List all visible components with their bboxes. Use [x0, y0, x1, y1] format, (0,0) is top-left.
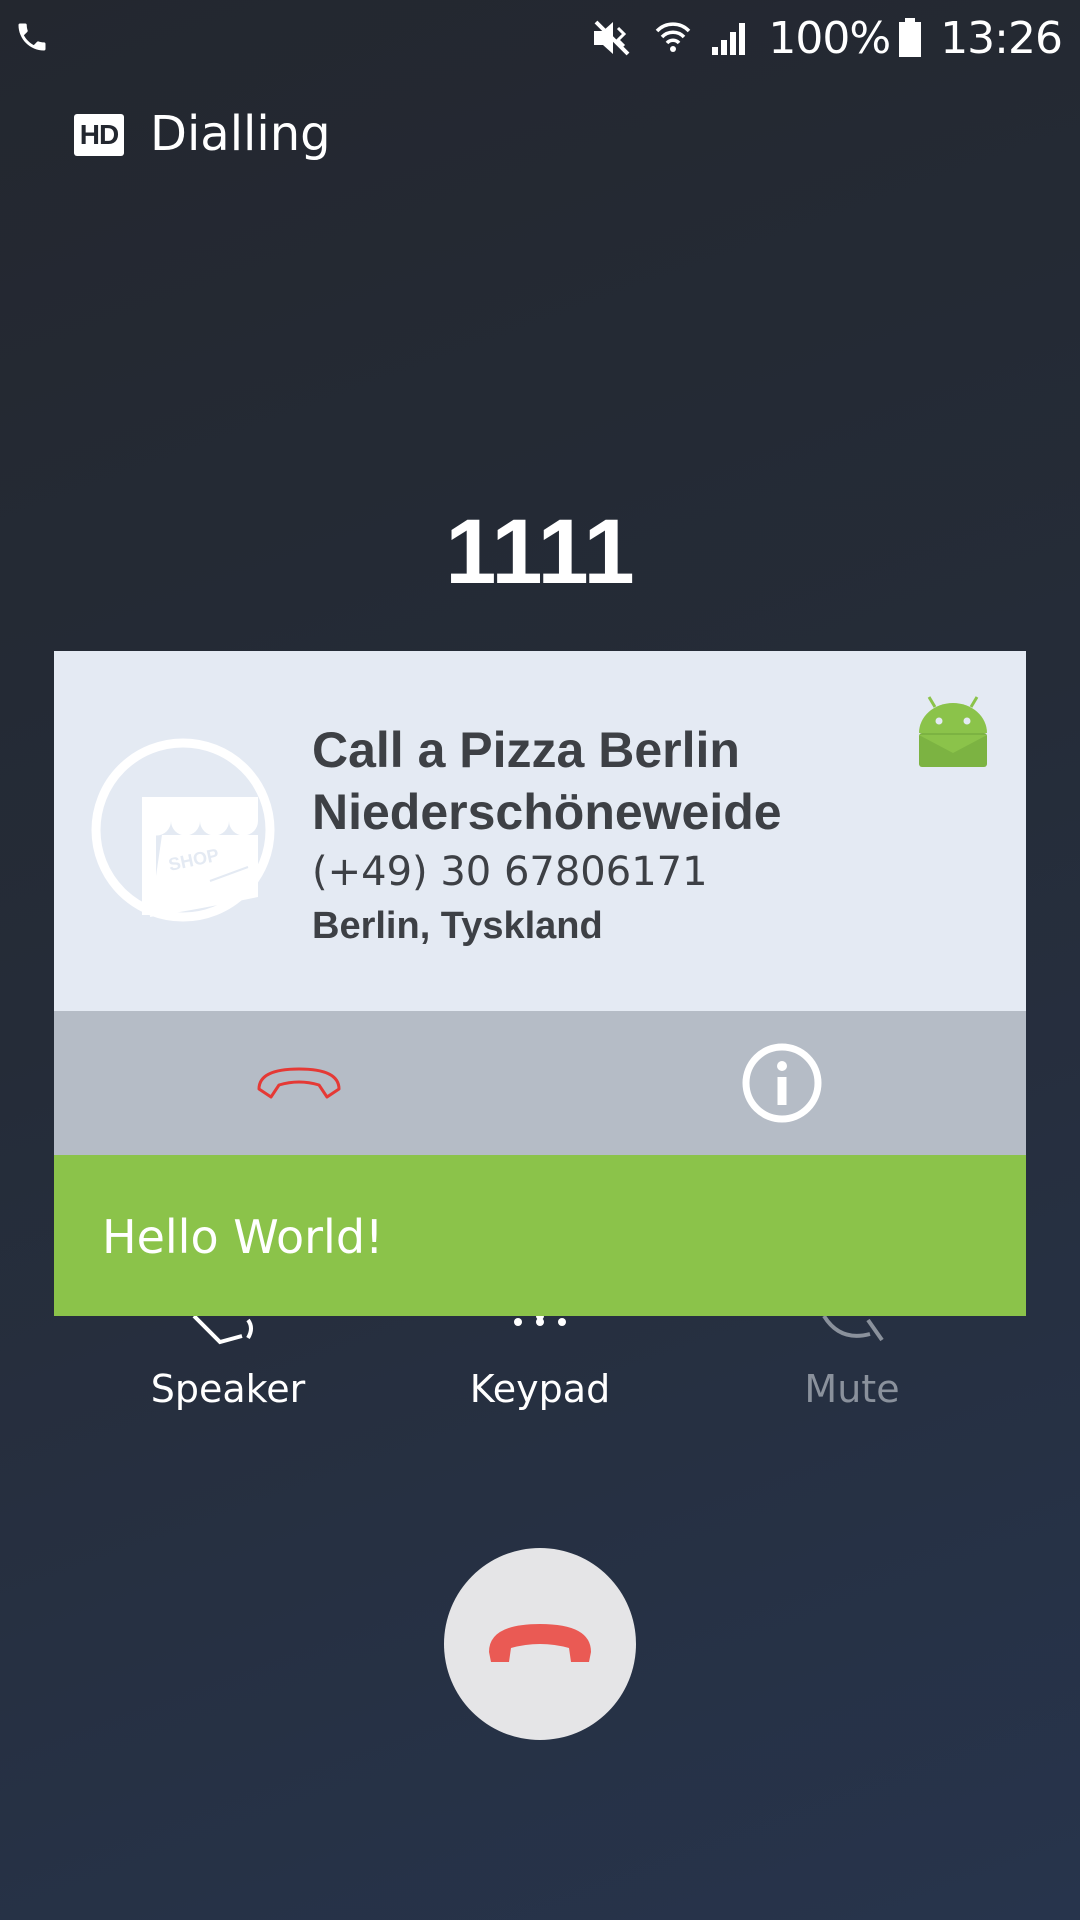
- caller-id-overlay: SHOP Call a Pizza Berlin Niederschönewei…: [54, 651, 1026, 1316]
- status-bar: 100% 13:26: [0, 0, 1080, 75]
- overlay-message-bar: Hello World!: [54, 1155, 1026, 1316]
- phone-icon: [18, 23, 46, 51]
- caller-info: SHOP Call a Pizza Berlin Niederschönewei…: [54, 651, 1026, 1011]
- hangup-icon[interactable]: [249, 1051, 349, 1111]
- mute-button[interactable]: Mute: [722, 1367, 982, 1411]
- end-call-button[interactable]: [444, 1548, 636, 1740]
- overlay-actions: [54, 1011, 1026, 1155]
- keypad-button[interactable]: Keypad: [410, 1367, 670, 1411]
- dialled-number: 1111: [445, 501, 635, 603]
- hd-badge: HD: [74, 114, 124, 156]
- keypad-icon: [514, 1316, 566, 1326]
- end-call-icon: [489, 1624, 591, 1662]
- mute-icon: [592, 18, 636, 58]
- call-state: Dialling: [150, 106, 331, 162]
- overlay-message: Hello World!: [102, 1210, 384, 1264]
- caller-phone: (+49) 30 67806171: [312, 849, 708, 895]
- speaker-button[interactable]: Speaker: [98, 1367, 358, 1411]
- clock: 13:26: [940, 12, 1063, 64]
- battery-percent: 100%: [768, 12, 891, 64]
- battery-icon: [898, 18, 922, 58]
- speaker-icon: [192, 1316, 253, 1345]
- signal-icon: [710, 19, 750, 57]
- caller-location: Berlin, Tyskland: [312, 905, 603, 947]
- info-icon[interactable]: [740, 1041, 824, 1125]
- caller-name: Call a Pizza Berlin Niederschöneweide: [312, 722, 782, 840]
- wifi-icon: [654, 19, 692, 57]
- shop-icon: SHOP: [91, 738, 275, 922]
- mute-icon: [822, 1316, 884, 1342]
